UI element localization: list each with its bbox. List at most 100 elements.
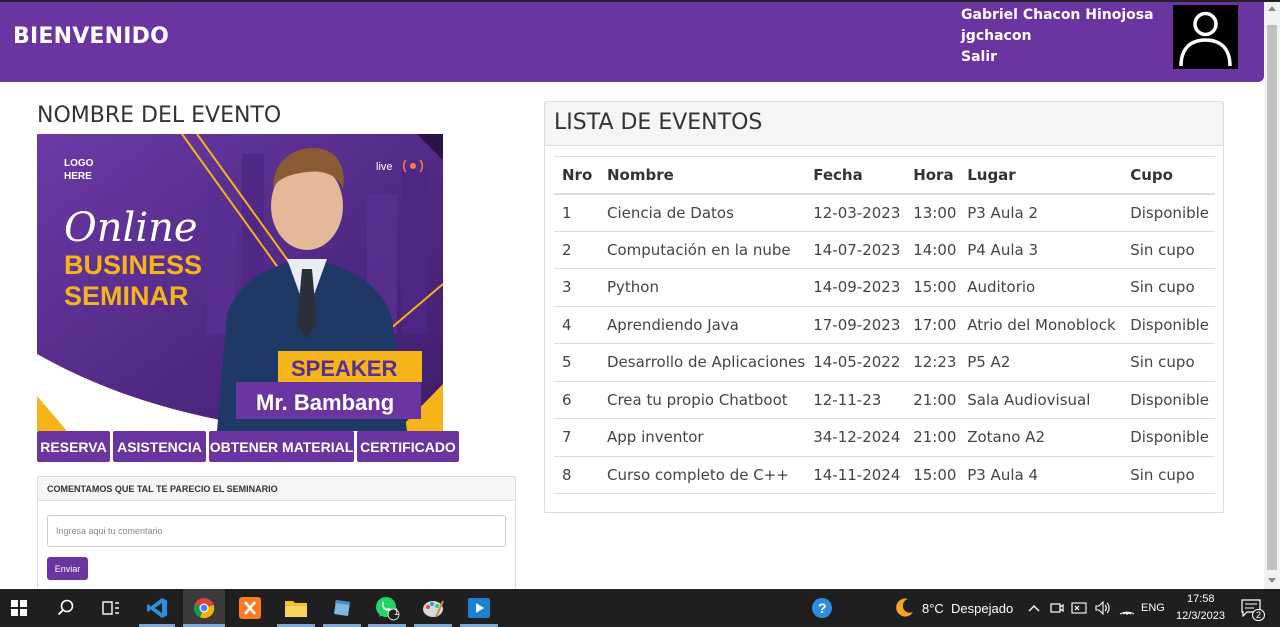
table-header-row: Nro Nombre Fecha Hora Lugar Cupo (554, 156, 1215, 195)
cell-nombre: Python (599, 268, 806, 307)
send-comment-button[interactable]: Enviar (47, 557, 88, 580)
search-icon[interactable] (47, 589, 85, 627)
events-list-panel: LISTA DE EVENTOS Nro Nombre Fecha Hora L… (544, 101, 1224, 513)
notification-count-badge: 2 (1252, 609, 1266, 621)
scrollbar-thumb[interactable] (1267, 25, 1277, 570)
table-row: 6 Crea tu propio Chatboot 12-11-23 21:00 Sal… (554, 381, 1215, 419)
column-header: Lugar (959, 156, 1123, 195)
cell-nro: 4 (554, 306, 599, 344)
reserva-button[interactable]: RESERVA (37, 431, 110, 462)
cell-nombre: Curso completo de C++ (599, 456, 806, 494)
cell-fecha: 14-09-2023 (805, 268, 906, 307)
cell-lugar: P3 Aula 2 (959, 193, 1123, 232)
cell-nombre: Crea tu propio Chatboot (599, 381, 806, 419)
cell-hora: 17:00 (905, 306, 960, 344)
cell-cupo: Sin cupo (1122, 231, 1215, 269)
cell-lugar: P4 Aula 3 (959, 231, 1123, 269)
clock-date[interactable]: 12/3/2023 (1176, 610, 1225, 622)
cell-fecha: 17-09-2023 (805, 306, 906, 344)
cell-hora: 15:00 (905, 456, 960, 494)
cell-fecha: 12-11-23 (805, 381, 906, 419)
cell-cupo: Disponible (1122, 381, 1215, 419)
user-silhouette-icon (1179, 11, 1232, 67)
cell-cupo: Disponible (1122, 193, 1215, 232)
logout-link[interactable]: Salir (961, 47, 1154, 68)
clock-time[interactable]: 17:58 (1187, 593, 1215, 605)
meet-now-icon[interactable] (1047, 589, 1067, 627)
svg-text:BUSINESS: BUSINESS (64, 250, 202, 280)
svg-text:Online: Online (64, 205, 198, 251)
cell-hora: 12:23 (905, 343, 960, 382)
comment-input[interactable] (47, 515, 506, 547)
svg-text:live: live (376, 161, 393, 173)
app-title: BIENVENIDO (13, 24, 170, 49)
svg-text:Mr. Bambang: Mr. Bambang (256, 390, 394, 415)
svg-text:LOGO: LOGO (64, 158, 94, 169)
whatsapp-badge: 1 (394, 607, 400, 617)
avatar[interactable] (1173, 5, 1238, 69)
cell-nro: 7 (554, 418, 599, 457)
weather-text[interactable]: 8°C Despejado (922, 601, 1013, 616)
language-input-icon[interactable] (1069, 589, 1089, 627)
file-explorer-icon[interactable] (277, 589, 315, 627)
notes-app-icon[interactable] (323, 589, 361, 627)
table-row: 3 Python 14-09-2023 15:00 Auditorio Sin cupo (554, 268, 1215, 307)
cell-fecha: 12-03-2023 (805, 193, 906, 232)
svg-text:SEMINAR: SEMINAR (64, 281, 189, 311)
cell-lugar: Zotano A2 (959, 418, 1123, 457)
cell-nro: 2 (554, 231, 599, 269)
chevron-up-icon[interactable] (1026, 589, 1042, 627)
cell-nro: 6 (554, 381, 599, 419)
obtener-material-button[interactable]: OBTENER MATERIAL (209, 431, 354, 462)
cell-nombre: Computación en la nube (599, 231, 806, 269)
cell-nro: 3 (554, 268, 599, 307)
cell-cupo: Disponible (1122, 306, 1215, 344)
whatsapp-icon[interactable]: 1 (368, 589, 406, 627)
paint-icon[interactable] (414, 589, 452, 627)
asistencia-button[interactable]: ASISTENCIA (113, 431, 206, 462)
table-row: 4 Aprendiendo Java 17-09-2023 17:00 Atrio de… (554, 306, 1215, 344)
event-poster-image: LOGO HERE live Online BUSINESS SEMINAR S… (37, 134, 443, 431)
cell-cupo: Sin cupo (1122, 456, 1215, 494)
notifications-icon[interactable] (1238, 589, 1264, 627)
cell-hora: 21:00 (905, 381, 960, 419)
wifi-icon[interactable] (1117, 589, 1137, 627)
cell-lugar: Auditorio (959, 268, 1123, 307)
svg-text:?: ? (818, 600, 827, 616)
windows-start-icon[interactable] (0, 589, 38, 627)
cell-lugar: P3 Aula 4 (959, 456, 1123, 494)
column-header: Hora (905, 156, 960, 195)
cell-hora: 21:00 (905, 418, 960, 457)
cell-hora: 15:00 (905, 268, 960, 307)
cell-lugar: Sala Audiovisual (959, 381, 1123, 419)
user-info: Gabriel Chacon Hinojosa jgchacon Salir (961, 5, 1154, 68)
help-icon[interactable]: ? (808, 589, 836, 627)
cell-fecha: 14-07-2023 (805, 231, 906, 269)
cell-nombre: Desarrollo de Aplicaciones (599, 343, 806, 382)
language-indicator[interactable]: ENG (1141, 602, 1165, 614)
events-list-title: LISTA DE EVENTOS (545, 102, 1223, 146)
cell-fecha: 34-12-2024 (805, 418, 906, 457)
weather-moon-icon (890, 589, 918, 627)
scroll-up-arrow-icon[interactable] (1268, 6, 1276, 11)
cell-fecha: 14-11-2024 (805, 456, 906, 494)
scroll-down-arrow-icon[interactable] (1268, 578, 1276, 583)
cell-nro: 8 (554, 456, 599, 494)
chrome-icon[interactable] (183, 589, 225, 627)
cell-lugar: P5 A2 (959, 343, 1123, 382)
column-header: Nombre (599, 156, 806, 195)
table-row: 7 App inventor 34-12-2024 21:00 Zotano A2 Dis… (554, 418, 1215, 457)
vscode-icon[interactable] (138, 589, 176, 627)
svg-text:HERE: HERE (64, 171, 92, 182)
xampp-icon[interactable] (231, 589, 269, 627)
volume-icon[interactable] (1093, 589, 1113, 627)
cell-nombre: Ciencia de Datos (599, 193, 806, 232)
seminar-poster-graphic: LOGO HERE live Online BUSINESS SEMINAR S… (37, 134, 443, 431)
cell-cupo: Disponible (1122, 418, 1215, 457)
cell-fecha: 14-05-2022 (805, 343, 906, 382)
user-username: jgchacon (961, 28, 1032, 44)
task-view-icon[interactable] (92, 589, 130, 627)
certificado-button[interactable]: CERTIFICADO (357, 431, 459, 462)
media-player-icon[interactable] (460, 589, 498, 627)
cell-cupo: Sin cupo (1122, 343, 1215, 382)
